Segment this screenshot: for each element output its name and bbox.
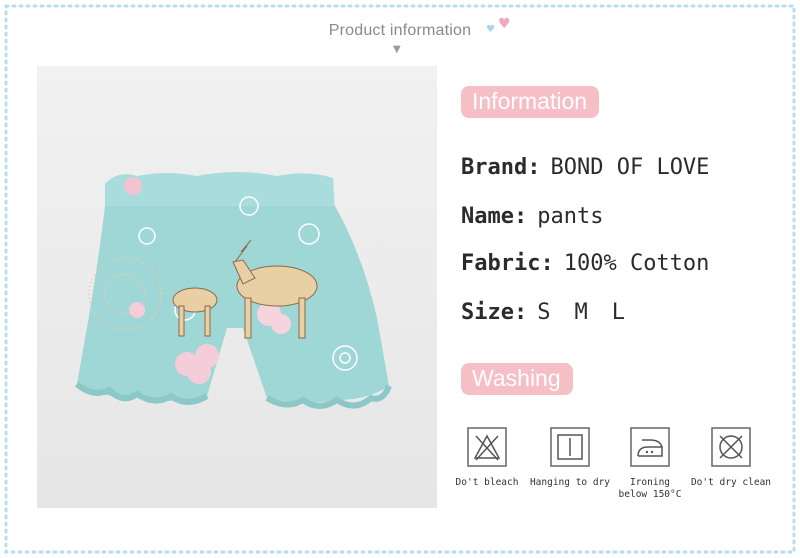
name-row: Name: pants [461,204,603,229]
brand-row: Brand: BOND OF LOVE [461,155,709,180]
shorts-illustration [75,172,392,409]
hang-dry-icon [550,427,590,467]
care-label-no-dry-clean: Do't dry clean [690,477,772,488]
name-label: Name: [461,204,528,229]
fabric-value: 100% Cotton [563,251,710,276]
no-dry-clean-icon [711,427,751,467]
section-header: Product information ♥ ♥ ▼ [328,16,511,55]
fabric-label: Fabric: [461,251,554,276]
care-item-no-dry-clean: Do't dry clean [681,427,781,489]
section-title: Product information [328,22,472,39]
product-photo [37,66,437,508]
size-row: Size: S M L [461,300,649,325]
fabric-row: Fabric: 100% Cotton [461,251,709,276]
iron-icon [630,427,670,467]
size-label: Size: [461,300,528,325]
brand-label: Brand: [461,155,541,180]
down-arrow-icon: ▼ [393,44,401,55]
no-bleach-icon [467,427,507,467]
brand-value: BOND OF LOVE [550,155,710,180]
care-label-iron-line2: below 150°C [618,489,682,500]
size-l: L [611,300,625,325]
washing-badge: Washing [461,363,573,395]
size-m: M [574,300,588,325]
name-value: pants [537,204,604,229]
information-badge: Information [461,86,600,118]
size-s: S [537,300,551,325]
size-values: SML [537,300,649,325]
